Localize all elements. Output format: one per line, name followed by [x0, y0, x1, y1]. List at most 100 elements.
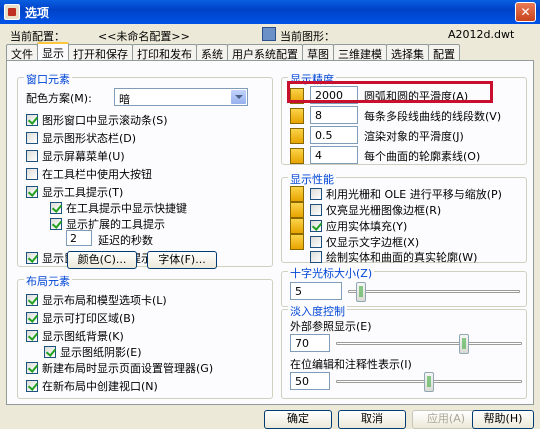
tab-plot-publish[interactable]: 打印和发布 [132, 44, 197, 61]
checkbox-box[interactable] [26, 114, 38, 126]
raster-ole-checkbox[interactable]: 利用光栅和 OLE 进行平移与缩放(P) [310, 186, 502, 202]
color-scheme-select[interactable]: 暗 [114, 88, 248, 106]
layout-elements-group: 布局元素 显示布局和模型选项卡(L) 显示可打印区域(B) 显示图纸背景(K) … [17, 273, 273, 399]
checkbox-label: 仅亮显光栅图像边框(R) [326, 204, 442, 217]
create-viewport-checkbox[interactable]: 在新布局中创建视口(N) [26, 378, 158, 394]
checkbox-box[interactable] [310, 188, 322, 200]
delay-seconds-input[interactable]: 2 [66, 230, 92, 246]
checkbox-box[interactable] [310, 220, 322, 232]
window-title: 选项 [25, 5, 50, 20]
apply-button[interactable]: 应用(A) [412, 410, 480, 429]
tab-system[interactable]: 系统 [196, 44, 228, 61]
tab-drafting[interactable]: 草图 [302, 44, 334, 61]
current-drawing-value: A2012d.dwt [448, 28, 515, 41]
tab-selection[interactable]: 选择集 [386, 44, 429, 61]
solid-fill-checkbox[interactable]: 应用实体填充(Y) [310, 218, 407, 234]
window-elements-legend: 窗口元素 [24, 71, 72, 87]
checkbox-label: 在工具栏中使用大按钮 [42, 168, 152, 181]
current-drawing-label: 当前图形： [280, 30, 335, 43]
checkbox-label: 显示图形状态栏(D) [42, 132, 137, 145]
paper-shadow-checkbox[interactable]: 显示图纸阴影(E) [44, 344, 142, 360]
checkbox-box[interactable] [44, 346, 56, 358]
cancel-button[interactable]: 取消 [338, 410, 406, 429]
tab-strip: 文件 显示 打开和保存 打印和发布 系统 用户系统配置 草图 三维建模 选择集 … [6, 42, 460, 61]
checkbox-label: 显示图纸阴影(E) [60, 346, 142, 359]
xref-fade-input[interactable]: 70 [290, 334, 330, 352]
display-performance-group: 显示性能 利用光栅和 OLE 进行平移与缩放(P) 仅亮显光栅图像边框(R) 应… [281, 171, 527, 265]
checkbox-label: 利用光栅和 OLE 进行平移与缩放(P) [326, 188, 502, 201]
title-bar[interactable]: 选项 ✕ [0, 0, 540, 24]
crosshair-size-slider-track[interactable] [348, 290, 520, 293]
paper-background-checkbox[interactable]: 显示图纸背景(K) [26, 328, 124, 344]
checkbox-box[interactable] [26, 330, 38, 342]
tab-user-preferences[interactable]: 用户系统配置 [227, 44, 303, 61]
checkbox-box[interactable] [310, 236, 322, 248]
rendered-smoothness-icon [290, 128, 304, 144]
colors-button[interactable]: 颜色(C)... [67, 251, 137, 269]
tooltips-checkbox[interactable]: 显示工具提示(T) [26, 184, 123, 200]
checkbox-box[interactable] [26, 150, 38, 162]
ok-button[interactable]: 确定 [264, 410, 332, 429]
checkbox-box[interactable] [310, 251, 322, 263]
raster-frame-checkbox[interactable]: 仅亮显光栅图像边框(R) [310, 202, 441, 218]
crosshair-size-legend: 十字光标大小(Z) [288, 265, 375, 281]
pan-zoom-icon [290, 186, 304, 202]
tab-profiles[interactable]: 配置 [428, 44, 460, 61]
help-button[interactable]: 帮助(H) [472, 410, 534, 429]
inplace-fade-label: 在位编辑和注释性表示(I) [290, 358, 412, 371]
fade-control-group: 淡入度控制 外部参照显示(E) 70 在位编辑和注释性表示(I) 50 [281, 303, 527, 399]
screen-menu-checkbox[interactable]: 显示屏幕菜单(U) [26, 148, 125, 164]
app-icon [4, 4, 20, 20]
checkbox-box[interactable] [50, 202, 62, 214]
crosshair-size-input[interactable]: 5 [290, 282, 342, 300]
checkbox-label: 应用实体填充(Y) [326, 220, 408, 233]
large-buttons-checkbox[interactable]: 在工具栏中使用大按钮 [26, 166, 152, 182]
checkbox-box[interactable] [26, 380, 38, 392]
shortcut-keys-checkbox[interactable]: 在工具提示中显示快捷键 [50, 200, 187, 216]
checkbox-box[interactable] [26, 294, 38, 306]
checkbox-label: 图形窗口中显示滚动条(S) [42, 114, 168, 127]
checkbox-box[interactable] [26, 186, 38, 198]
color-scheme-label: 配色方案(M): [26, 92, 92, 105]
page-setup-manager-checkbox[interactable]: 新建布局时显示页面设置管理器(G) [26, 360, 213, 376]
tab-files[interactable]: 文件 [6, 44, 38, 61]
checkbox-box[interactable] [26, 252, 38, 264]
checkbox-box[interactable] [26, 132, 38, 144]
rendered-smoothness-input[interactable]: 0.5 [310, 126, 358, 144]
status-bar-checkbox[interactable]: 显示图形状态栏(D) [26, 130, 136, 146]
contour-lines-input[interactable]: 4 [310, 146, 358, 164]
tab-display[interactable]: 显示 [37, 42, 69, 60]
checkbox-box[interactable] [50, 218, 62, 230]
inplace-fade-slider-thumb[interactable] [424, 372, 434, 392]
checkbox-label: 显示屏幕菜单(U) [42, 150, 125, 163]
printable-area-checkbox[interactable]: 显示可打印区域(B) [26, 310, 135, 326]
checkbox-label: 仅显示文字边框(X) [326, 236, 420, 249]
true-silhouettes-checkbox[interactable]: 绘制实体和曲面的真实轮廓(W) [310, 249, 477, 265]
xref-fade-label: 外部参照显示(E) [290, 320, 372, 333]
xref-fade-slider-track[interactable] [336, 342, 522, 345]
chevron-down-icon[interactable] [231, 90, 246, 104]
polyline-segments-input[interactable]: 8 [310, 106, 358, 124]
checkbox-box[interactable] [26, 362, 38, 374]
tab-open-save[interactable]: 打开和保存 [68, 44, 133, 61]
tab-3d-modeling[interactable]: 三维建模 [333, 44, 387, 61]
options-dialog: 选项 ✕ 当前配置： <<未命名配置>> 当前图形： A2012d.dwt 文件… [0, 0, 540, 429]
display-performance-legend: 显示性能 [288, 171, 336, 187]
checkbox-box[interactable] [26, 312, 38, 324]
checkbox-box[interactable] [310, 204, 322, 216]
xref-fade-slider-thumb[interactable] [459, 334, 470, 354]
drawing-icon [262, 27, 276, 41]
layout-tabs-checkbox[interactable]: 显示布局和模型选项卡(L) [26, 292, 167, 308]
fonts-button[interactable]: 字体(F)... [147, 251, 217, 269]
layout-elements-legend: 布局元素 [24, 273, 72, 289]
text-frame-checkbox[interactable]: 仅显示文字边框(X) [310, 234, 419, 250]
contour-lines-label: 每个曲面的轮廓素线(O) [364, 150, 481, 163]
scrollbars-checkbox[interactable]: 图形窗口中显示滚动条(S) [26, 112, 168, 128]
checkbox-label: 在新布局中创建视口(N) [42, 380, 158, 393]
checkbox-box[interactable] [26, 168, 38, 180]
crosshair-size-slider-thumb[interactable] [356, 282, 367, 302]
close-button[interactable]: ✕ [515, 2, 536, 22]
color-scheme-value: 暗 [119, 93, 130, 106]
inplace-fade-input[interactable]: 50 [290, 372, 330, 390]
polyline-segments-label: 每条多段线曲线的线段数(V) [364, 110, 502, 123]
